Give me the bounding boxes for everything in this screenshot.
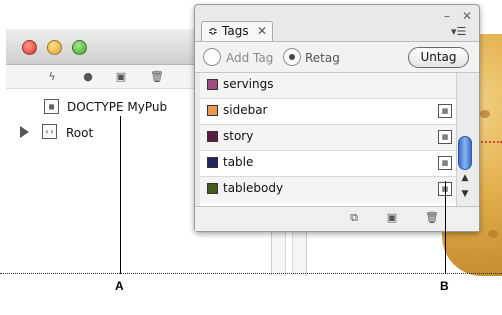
untag-button[interactable]: Untag — [408, 47, 469, 68]
dot-icon[interactable]: ● — [82, 71, 94, 83]
tag-color-swatch — [207, 183, 218, 194]
callout-line-b — [445, 181, 446, 274]
scroll-down-icon[interactable]: ▼ — [458, 188, 472, 200]
retag-radio[interactable] — [283, 48, 301, 66]
tag-row-tablebody[interactable]: tablebody ▦ — [200, 177, 456, 203]
tag-name: servings — [223, 77, 274, 91]
root-element-label[interactable]: Root — [66, 126, 93, 140]
panel-menu-icon[interactable]: ▾☰ — [451, 26, 466, 38]
disclosure-triangle-icon[interactable] — [20, 126, 29, 138]
tag-row-story[interactable]: story ▦ — [200, 125, 456, 151]
collapse-panel-icon[interactable]: – — [444, 10, 450, 22]
tag-name: tablebody — [223, 181, 284, 195]
tag-name: story — [223, 129, 254, 143]
tag-color-swatch — [207, 79, 218, 90]
minimize-window-icon[interactable] — [47, 40, 62, 55]
tab-tags[interactable]: ≎ Tags ✕ — [201, 21, 273, 41]
doctype-icon: ▦ — [44, 99, 59, 114]
text-frame-guide — [478, 141, 502, 143]
zoom-window-icon[interactable] — [72, 40, 87, 55]
trash-icon[interactable]: 🗑 — [150, 71, 164, 83]
retag-label: Retag — [305, 51, 340, 65]
food-texture — [480, 110, 490, 118]
callout-line-a — [120, 116, 121, 274]
callout-label-a: A — [115, 279, 124, 293]
autotag-icon[interactable]: ⧉ — [346, 211, 362, 225]
tag-color-swatch — [207, 157, 218, 168]
doctype-label[interactable]: DOCTYPE MyPub — [67, 100, 167, 114]
mapped-tag-icon: ▦ — [438, 130, 452, 144]
scrollbar-thumb[interactable] — [458, 136, 472, 170]
tag-name: sidebar — [223, 103, 268, 117]
mapped-tag-icon: ▦ — [438, 104, 452, 118]
food-texture — [488, 230, 498, 238]
page-boundary-line — [0, 273, 502, 274]
callout-label-b: B — [440, 279, 449, 293]
scroll-up-icon[interactable]: ▲ — [458, 172, 472, 184]
close-window-icon[interactable] — [22, 40, 37, 55]
new-tag-icon[interactable]: ▣ — [384, 211, 400, 225]
tag-row-sidebar[interactable]: sidebar ▦ — [200, 99, 456, 125]
close-panel-icon[interactable]: ✕ — [462, 10, 472, 22]
add-tag-label: Add Tag — [226, 51, 274, 65]
tag-row-table[interactable]: table ▦ — [200, 151, 456, 177]
mapped-tag-icon: ▦ — [438, 156, 452, 170]
element-icon: ‹› — [42, 124, 57, 139]
tab-grip-icon: ≎ — [208, 24, 219, 38]
retag-radio-selected-icon — [289, 54, 295, 60]
close-tab-icon[interactable]: ✕ — [257, 22, 267, 40]
tag-color-swatch — [207, 105, 218, 116]
tab-tags-label: Tags — [222, 24, 249, 38]
tag-color-swatch — [207, 131, 218, 142]
new-element-icon[interactable]: ▣ — [115, 71, 127, 83]
tag-row-servings[interactable]: servings — [200, 73, 456, 99]
add-tag-radio[interactable] — [203, 48, 221, 66]
lightning-icon[interactable]: ϟ — [46, 71, 58, 83]
tag-name: table — [223, 155, 254, 169]
delete-tag-icon[interactable]: 🗑 — [424, 211, 440, 225]
